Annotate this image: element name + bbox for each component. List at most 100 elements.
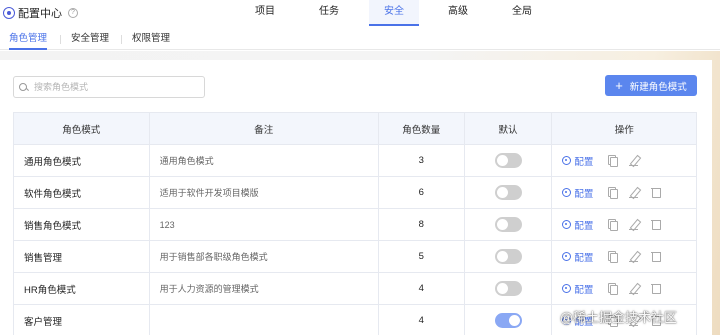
default-toggle[interactable]: [494, 249, 522, 264]
settings-icon: [562, 220, 572, 229]
default-toggle[interactable]: [494, 281, 522, 296]
role-count: 3: [379, 145, 465, 176]
default-cell: [465, 209, 553, 240]
copy-icon[interactable]: [607, 187, 619, 199]
subtab-permission-management[interactable]: 权限管理: [132, 28, 170, 50]
default-cell: [465, 145, 553, 176]
actions-cell: 配置: [552, 145, 696, 176]
delete-icon[interactable]: [651, 187, 662, 198]
actions-cell: 配置: [552, 209, 696, 240]
default-toggle[interactable]: [494, 185, 522, 200]
table-header: 角色模式 备注 角色数量 默认 操作: [14, 113, 696, 145]
subtab-divider: [60, 35, 61, 44]
configure-button[interactable]: 配置: [562, 282, 593, 296]
tab-global[interactable]: 全局: [497, 0, 547, 26]
top-bar: 配置中心 ? 项目 任务 安全 高级 全局: [0, 0, 720, 26]
column-header-actions: 操作: [614, 124, 634, 136]
new-role-mode-label: 新建角色模式: [629, 81, 687, 93]
new-role-mode-button[interactable]: + 新建角色模式: [605, 75, 697, 96]
watermark: @稀土掘金技术社区: [560, 311, 678, 326]
tab-project[interactable]: 项目: [240, 0, 290, 26]
role-count: 4: [379, 273, 465, 304]
role-mode-name: 销售角色模式: [14, 209, 150, 240]
default-cell: [465, 177, 553, 208]
edit-icon[interactable]: [629, 187, 639, 198]
config-center-icon: [3, 6, 15, 19]
role-mode-name: 客户管理: [14, 305, 150, 335]
column-header-role-count: 角色数量: [379, 113, 465, 144]
edit-icon[interactable]: [629, 251, 639, 262]
role-mode-note: 通用角色模式: [150, 145, 379, 176]
tab-advanced[interactable]: 高级: [433, 0, 483, 26]
table-row: 销售角色模式 123 8 配置: [14, 209, 696, 241]
configure-label: 配置: [574, 156, 594, 168]
app-brand: 配置中心 ?: [3, 4, 78, 21]
row-actions: 配置: [562, 250, 673, 264]
row-actions: 配置: [562, 186, 673, 200]
edit-icon[interactable]: [629, 219, 639, 230]
subtab-security-management[interactable]: 安全管理: [71, 28, 109, 50]
edit-icon[interactable]: [629, 283, 639, 294]
role-mode-note: 123: [150, 209, 379, 240]
app-title: 配置中心: [18, 7, 62, 20]
configure-label: 配置: [574, 284, 594, 296]
help-icon[interactable]: ?: [68, 7, 78, 18]
configure-label: 配置: [574, 252, 594, 264]
role-mode-note: [150, 305, 379, 335]
row-actions: 配置: [562, 218, 673, 232]
delete-icon[interactable]: [651, 283, 662, 294]
subtab-divider: [121, 35, 122, 44]
role-mode-note: 用于销售部各职级角色模式: [150, 241, 379, 272]
role-count: 4: [379, 305, 465, 335]
configure-button[interactable]: 配置: [562, 250, 593, 264]
role-mode-name: 软件角色模式: [14, 177, 150, 208]
copy-icon[interactable]: [607, 219, 619, 231]
role-count: 5: [379, 241, 465, 272]
role-mode-table: 角色模式 备注 角色数量 默认 操作 通用角色模式 通用角色模式 3 配置 软件角色模式…: [13, 112, 697, 335]
settings-icon: [562, 188, 572, 197]
default-toggle[interactable]: [494, 217, 522, 232]
search-input[interactable]: [34, 82, 194, 92]
delete-icon[interactable]: [651, 219, 662, 230]
plus-icon: +: [615, 78, 623, 93]
role-mode-note: 适用于软件开发项目模版: [150, 177, 379, 208]
edit-icon[interactable]: [629, 155, 639, 166]
column-header-role-mode: 角色模式: [14, 113, 150, 144]
configure-button[interactable]: 配置: [562, 186, 593, 200]
actions-cell: 配置: [552, 273, 696, 304]
tab-task[interactable]: 任务: [304, 0, 354, 26]
configure-label: 配置: [574, 188, 594, 200]
column-header-note: 备注: [150, 113, 379, 144]
role-mode-note: 用于人力资源的管理模式: [150, 273, 379, 304]
copy-icon[interactable]: [607, 251, 619, 263]
actions-cell: 配置: [552, 177, 696, 208]
settings-icon: [562, 156, 572, 165]
sub-tabs: 角色管理 安全管理 权限管理: [0, 28, 720, 50]
role-count: 8: [379, 209, 465, 240]
search-box[interactable]: [13, 76, 205, 98]
role-mode-name: 通用角色模式: [14, 145, 150, 176]
actions-cell: 配置: [552, 241, 696, 272]
default-toggle[interactable]: [494, 153, 522, 168]
settings-icon: [562, 252, 572, 261]
default-toggle[interactable]: [494, 313, 522, 328]
configure-label: 配置: [574, 220, 594, 232]
table-row: HR角色模式 用于人力资源的管理模式 4 配置: [14, 273, 696, 305]
subtab-role-management[interactable]: 角色管理: [9, 28, 48, 50]
configure-button[interactable]: 配置: [562, 218, 593, 232]
tab-security[interactable]: 安全: [369, 0, 419, 26]
copy-icon[interactable]: [607, 155, 619, 167]
role-mode-name: 销售管理: [14, 241, 150, 272]
row-actions: 配置: [562, 282, 673, 296]
copy-icon[interactable]: [607, 283, 619, 295]
column-header-default: 默认: [465, 113, 553, 144]
delete-icon[interactable]: [651, 251, 662, 262]
search-icon: [18, 82, 29, 93]
row-actions: 配置: [562, 154, 651, 168]
role-mode-name: HR角色模式: [14, 273, 150, 304]
default-cell: [465, 241, 553, 272]
table-row: 通用角色模式 通用角色模式 3 配置: [14, 145, 696, 177]
settings-icon: [562, 284, 572, 293]
default-cell: [465, 305, 553, 335]
configure-button[interactable]: 配置: [562, 154, 593, 168]
